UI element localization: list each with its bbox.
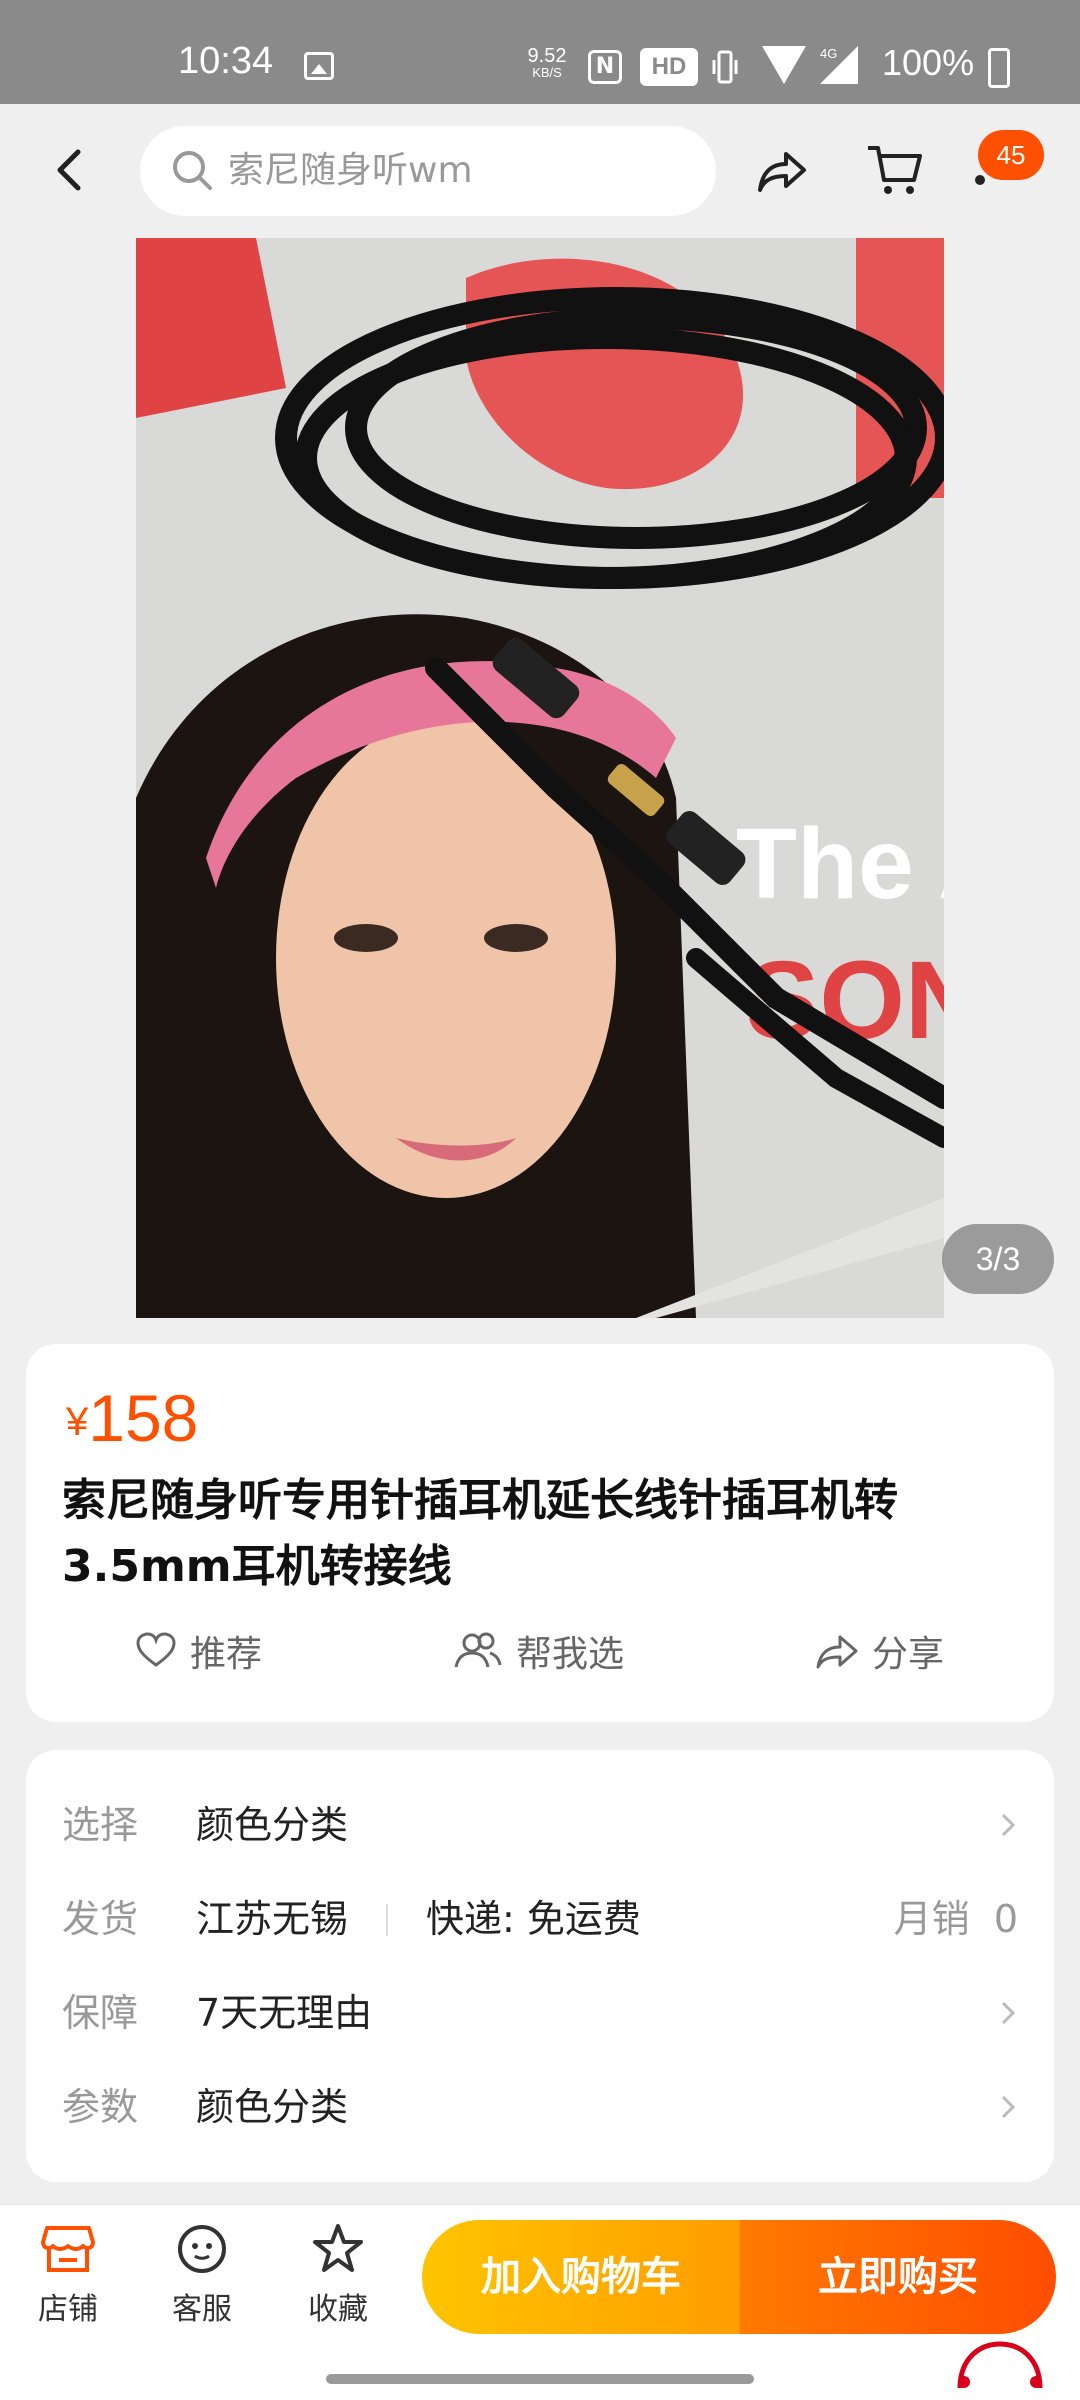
recommend-label: 推荐 (190, 1634, 263, 1675)
battery-icon (988, 48, 1010, 88)
battery-percent: 100% (882, 42, 975, 83)
network-type-label: 4G (820, 46, 837, 61)
shipping-row: 发货 江苏无锡 快递: 免运费 月销 0 (26, 1884, 1054, 1954)
search-input[interactable]: 索尼随身听wm (140, 126, 716, 216)
cellular-4g-icon: 4G (820, 46, 858, 84)
star-icon (313, 2224, 363, 2272)
vibrate-icon (712, 50, 738, 84)
recommend-button[interactable]: 推荐 (136, 1616, 262, 1686)
add-to-cart-button[interactable]: 加入购物车 (422, 2220, 740, 2334)
help-choose-label: 帮我选 (516, 1634, 625, 1675)
wifi-icon (762, 46, 806, 84)
floating-logo-icon (957, 2341, 1043, 2389)
customer-service-icon (178, 2225, 226, 2273)
guarantee-label: 保障 (62, 1991, 139, 2035)
home-indicator[interactable] (326, 2374, 754, 2384)
chevron-right-icon (1001, 1813, 1016, 1837)
store-button[interactable]: 店铺 (18, 2222, 118, 2328)
product-image[interactable]: The A SON (136, 238, 944, 1318)
guarantee-row[interactable]: 保障 7天无理由 (26, 1978, 1054, 2048)
product-summary-card: ¥158 索尼随身听专用针插耳机延长线针插耳机转3.5mm耳机转接线 推荐 帮我… (26, 1344, 1054, 1722)
heart-icon (136, 1632, 176, 1667)
monthly-sales-label: 月销 (893, 1897, 970, 1941)
network-speed-value: 9.52 (527, 45, 567, 67)
params-label: 参数 (62, 2085, 139, 2129)
gallery-notification-icon (304, 52, 334, 80)
product-title: 索尼随身听专用针插耳机延长线针插耳机转3.5mm耳机转接线 (62, 1475, 898, 1592)
cart-icon[interactable] (866, 140, 924, 200)
search-icon (173, 151, 212, 190)
select-row[interactable]: 选择 颜色分类 (26, 1790, 1054, 1860)
back-arrow-icon[interactable] (46, 140, 96, 200)
buy-now-button[interactable]: 立即购买 (740, 2220, 1056, 2334)
shipping-origin: 江苏无锡 (196, 1897, 349, 1941)
share-button[interactable]: 分享 (816, 1616, 944, 1686)
guarantee-value: 7天无理由 (196, 1991, 373, 2035)
params-row[interactable]: 参数 颜色分类 (26, 2072, 1054, 2142)
product-price: ¥158 (66, 1380, 198, 1456)
shipping-label: 发货 (62, 1897, 139, 1941)
monthly-sales-value: 0 (993, 1897, 1018, 1941)
search-placeholder: 索尼随身听wm (228, 150, 473, 191)
product-actions: 推荐 帮我选 分享 (26, 1616, 1054, 1686)
svg-text:The A: The A (736, 808, 944, 920)
product-info-card: 选择 颜色分类 发货 江苏无锡 快递: 免运费 月销 0 保障 7天无理由 参数… (26, 1750, 1054, 2182)
share-icon (816, 1635, 858, 1669)
status-time: 10:34 (178, 40, 274, 82)
product-photo-illustration: The A SON (136, 238, 944, 1318)
store-icon (41, 2226, 95, 2272)
favorite-label: 收藏 (308, 2292, 368, 2327)
share-label: 分享 (872, 1634, 945, 1675)
shipping-express: 快递: 免运费 (426, 1897, 641, 1941)
network-speed-unit: KB/S (532, 65, 562, 80)
share-icon[interactable] (756, 140, 808, 200)
chevron-right-icon (1001, 2095, 1016, 2119)
favorite-button[interactable]: 收藏 (288, 2222, 388, 2328)
divider (386, 1904, 388, 1936)
store-label: 店铺 (38, 2292, 98, 2327)
image-counter: 3/3 (942, 1224, 1054, 1294)
customer-service-button[interactable]: 客服 (152, 2222, 252, 2328)
hd-badge: HD (640, 48, 698, 86)
select-value: 颜色分类 (196, 1803, 349, 1847)
message-count-badge: 45 (978, 130, 1044, 180)
status-bar: 10:34 9.52 KB/S N HD 4G 100% (0, 0, 1080, 104)
help-choose-button[interactable]: 帮我选 (454, 1616, 624, 1686)
price-currency: ¥ (66, 1400, 89, 1444)
nfc-icon: N (588, 50, 622, 84)
network-speed: 9.52 KB/S (522, 46, 572, 80)
people-icon (454, 1632, 502, 1668)
select-label: 选择 (62, 1803, 139, 1847)
chevron-right-icon (1001, 2001, 1016, 2025)
params-value: 颜色分类 (196, 2085, 349, 2129)
monthly-sales: 月销 0 (894, 1884, 1018, 1954)
price-value: 158 (88, 1381, 199, 1455)
customer-service-label: 客服 (172, 2292, 232, 2327)
